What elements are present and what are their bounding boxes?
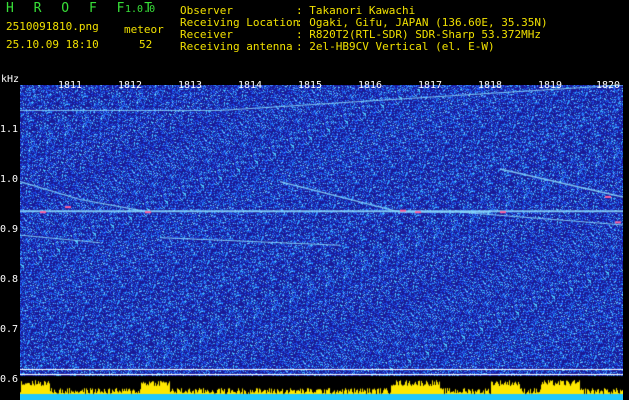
time-tick-label: 1811 [58,80,83,91]
meteor-count: 52 [139,38,153,51]
time-tick-label: 1813 [178,80,203,91]
filename-label: 2510091810.png [6,20,99,33]
time-tick-label: 1820 [596,80,621,91]
freq-tick-label: 0.8 [0,274,19,285]
freq-tick-label: 1.0 [0,174,19,185]
version-label: 1.0.0 [125,4,156,15]
freq-tick-label: 0.6 [0,374,19,385]
time-tick-label: 1819 [538,80,563,91]
antenna-value: : 2el-HB9CV Vertical (el. E-W) [296,40,495,53]
y-axis-unit: kHz [1,74,20,85]
time-tick-label: 1812 [118,80,143,91]
freq-tick-label: 0.7 [0,324,19,335]
time-tick-label: 1815 [298,80,323,91]
time-tick-label: 1817 [418,80,443,91]
time-tick-label: 1814 [238,80,263,91]
time-tick-label: 1818 [478,80,503,91]
datetime-label: 25.10.09 18:10 [6,38,99,51]
header: H R O F F T 1.0.0 2510091810.png meteor … [0,0,629,72]
time-tick-label: 1816 [358,80,383,91]
spectrogram-canvas [20,85,623,400]
antenna-key: Receiving antenna [180,40,293,53]
freq-tick-label: 0.9 [0,224,19,235]
meteor-label: meteor [124,23,164,36]
freq-tick-label: 1.1 [0,124,19,135]
